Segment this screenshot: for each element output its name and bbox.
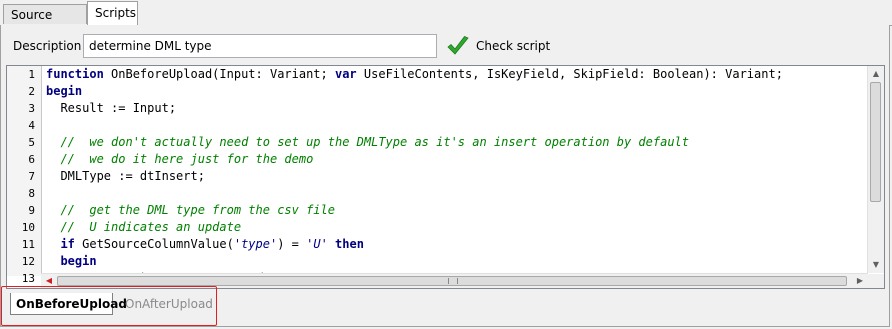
line-number: 11 [21, 238, 35, 251]
code-token: Result := Input; [46, 101, 177, 115]
code-token: OnBeforeUpload(Input: Variant; [103, 67, 335, 81]
code-line: // get the DML type from the csv file [46, 202, 335, 219]
code-token: begin [46, 84, 83, 98]
highlight-annotation-box [1, 286, 217, 326]
line-number: 7 [28, 170, 35, 183]
code-line: // we do it here just for the demo [46, 151, 313, 168]
code-line: function OnBeforeUpload(Input: Variant; … [46, 66, 783, 83]
script-editor[interactable]: 1 2 3 4 5 6 7 8 9 10 11 12 13 function OnBeforeUploa… [6, 65, 885, 289]
check-script-label: Check script [476, 39, 551, 53]
description-input[interactable]: determine DML type [83, 34, 437, 58]
code-line: Result := Input; [46, 100, 176, 117]
code-token: if [60, 237, 75, 251]
line-number-gutter: 1 2 3 4 5 6 7 8 9 10 11 12 13 [7, 66, 42, 285]
line-number: 6 [28, 153, 35, 166]
code-token: // we do it here just for the demo [46, 152, 314, 166]
code-line: begin [46, 83, 82, 100]
top-tab-strip: Source values Scripts [0, 0, 892, 42]
vertical-scroll-thumb[interactable] [870, 82, 881, 202]
code-token: // we don't actually need to set up the … [46, 135, 689, 149]
scroll-up-icon[interactable]: ▲ [868, 66, 884, 82]
line-number: 2 [28, 85, 35, 98]
code-token: // U indicates an update [46, 220, 242, 234]
code-token: 'U' [306, 237, 328, 251]
code-token: ) = [277, 237, 307, 251]
code-line: // U indicates an update [46, 219, 241, 236]
code-line: begin [46, 253, 97, 270]
code-token: UseFileContents, IsKeyField, SkipField: … [356, 67, 783, 81]
code-token: GetSourceColumnValue( [74, 237, 234, 251]
check-script-button[interactable]: Check script [446, 33, 550, 59]
code-token: function [46, 67, 104, 81]
code-area[interactable]: function OnBeforeUpload(Input: Variant; … [46, 66, 869, 276]
line-number: 3 [28, 102, 35, 115]
scroll-right-icon[interactable]: ▶ [852, 274, 868, 288]
horizontal-scroll-thumb[interactable] [57, 276, 847, 286]
code-token: begin [60, 254, 97, 268]
line-number: 9 [28, 204, 35, 217]
code-token: DMLType := dtInsert; [46, 169, 205, 183]
tab-scripts[interactable]: Scripts [87, 1, 138, 26]
line-number: 5 [28, 136, 35, 149]
tab-source-values[interactable]: Source values [3, 4, 87, 42]
scrollbar-corner [868, 274, 884, 288]
code-token: 'type' [233, 237, 278, 251]
line-number: 12 [21, 255, 35, 268]
line-number: 13 [21, 272, 35, 285]
scroll-down-icon[interactable]: ▼ [868, 257, 884, 273]
line-number: 10 [21, 221, 35, 234]
code-line: // we don't actually need to set up the … [46, 134, 689, 151]
description-label: Description [13, 39, 82, 53]
green-checkmark-icon [447, 36, 469, 55]
line-number: 8 [28, 187, 35, 200]
vertical-scrollbar[interactable]: ▲ ▼ [867, 66, 884, 273]
code-token: // get the DML type from the csv file [46, 203, 335, 217]
code-token: then [335, 237, 364, 251]
code-line: if GetSourceColumnValue('type') = 'U' th… [46, 236, 364, 253]
code-token: var [334, 67, 357, 81]
line-number: 1 [28, 68, 35, 81]
code-line: DMLType := dtInsert; [46, 168, 205, 185]
line-number: 4 [28, 119, 35, 132]
